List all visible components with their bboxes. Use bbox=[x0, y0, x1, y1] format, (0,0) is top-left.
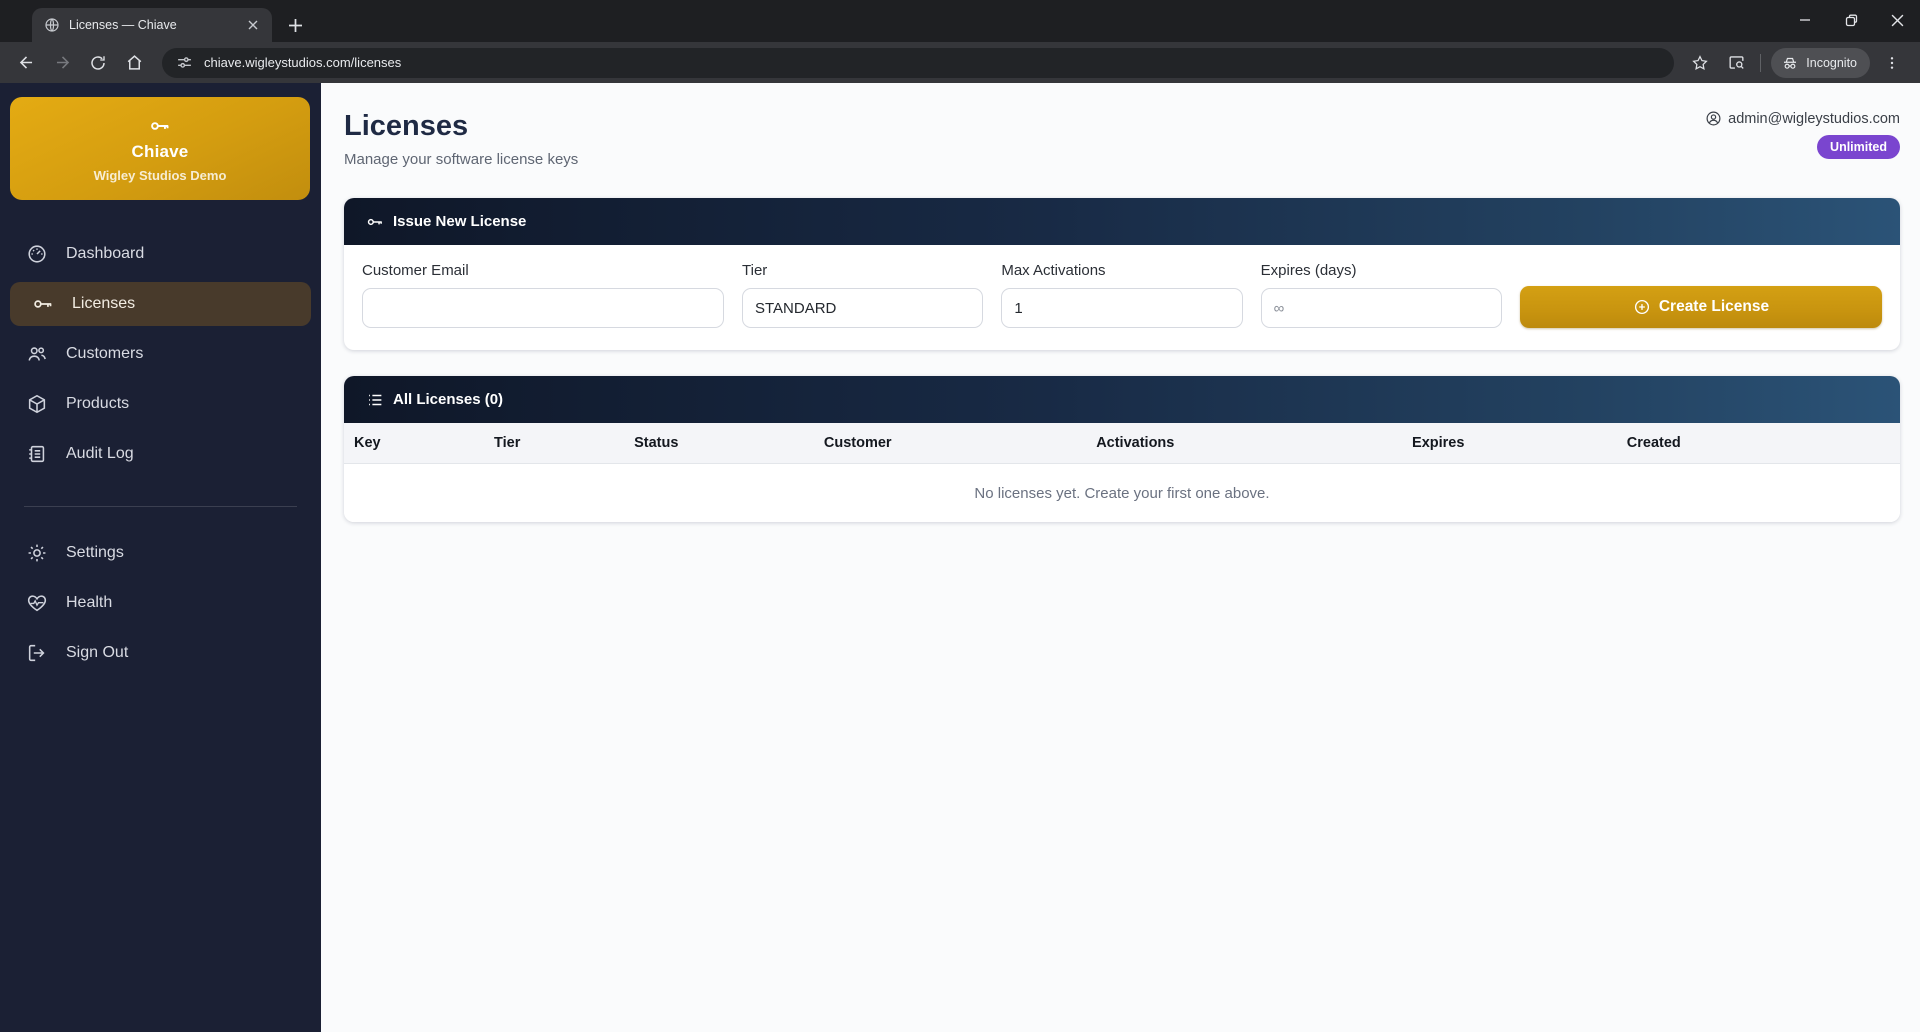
page-subtitle: Manage your software license keys bbox=[344, 151, 578, 168]
brand-card: Chiave Wigley Studios Demo bbox=[10, 97, 310, 200]
gear-icon bbox=[26, 542, 48, 564]
forward-button[interactable] bbox=[45, 46, 79, 80]
sidebar-item-dashboard[interactable]: Dashboard bbox=[10, 232, 311, 276]
cube-icon bbox=[26, 393, 48, 415]
create-license-label: Create License bbox=[1659, 298, 1769, 316]
sidebar-item-audit-log[interactable]: Audit Log bbox=[10, 432, 311, 476]
tier-select[interactable] bbox=[742, 288, 983, 328]
sidebar-item-label: Licenses bbox=[72, 295, 135, 313]
browser-tab[interactable]: Licenses — Chiave bbox=[32, 8, 272, 42]
tab-title: Licenses — Chiave bbox=[69, 18, 244, 32]
home-button[interactable] bbox=[117, 46, 151, 80]
dashboard-gauge-icon bbox=[26, 243, 48, 265]
sidebar-item-label: Products bbox=[66, 395, 129, 413]
incognito-badge: Incognito bbox=[1771, 48, 1870, 78]
issue-license-form: Customer Email Tier Max Activations Expi… bbox=[344, 245, 1900, 350]
people-icon bbox=[26, 343, 48, 365]
empty-state-message: No licenses yet. Create your first one a… bbox=[344, 464, 1900, 522]
sidebar-item-label: Health bbox=[66, 594, 112, 612]
max-activations-field[interactable] bbox=[1001, 288, 1242, 328]
globe-favicon-icon bbox=[44, 17, 60, 33]
page-title: Licenses bbox=[344, 110, 578, 143]
plan-badge: Unlimited bbox=[1817, 135, 1900, 159]
panel-title: All Licenses (0) bbox=[393, 391, 503, 408]
sidebar-item-label: Customers bbox=[66, 345, 143, 363]
main-content: Licenses Manage your software license ke… bbox=[321, 83, 1920, 1032]
address-bar[interactable]: chiave.wigleystudios.com/licenses bbox=[162, 48, 1674, 78]
bookmark-star-icon[interactable] bbox=[1684, 47, 1716, 79]
list-icon bbox=[366, 391, 384, 409]
close-window-button[interactable] bbox=[1874, 0, 1920, 40]
expires-days-label: Expires (days) bbox=[1261, 262, 1502, 279]
customer-email-field[interactable] bbox=[362, 288, 724, 328]
reload-button[interactable] bbox=[81, 46, 115, 80]
tier-label: Tier bbox=[742, 262, 983, 279]
customer-email-label: Customer Email bbox=[362, 262, 724, 279]
issue-license-panel: Issue New License Customer Email Tier Ma… bbox=[344, 198, 1900, 350]
sidebar-item-health[interactable]: Health bbox=[10, 581, 311, 625]
sidebar-item-products[interactable]: Products bbox=[10, 382, 311, 426]
column-header-tier: Tier bbox=[484, 423, 624, 463]
brand-subtitle: Wigley Studios Demo bbox=[94, 168, 227, 183]
window-controls bbox=[1782, 0, 1920, 40]
sidebar-nav-secondary: Settings Health Sign Out bbox=[0, 525, 321, 687]
site-controls-icon[interactable] bbox=[176, 54, 193, 71]
url-text: chiave.wigleystudios.com/licenses bbox=[204, 55, 401, 70]
column-header-key: Key bbox=[344, 423, 484, 463]
tab-close-icon[interactable] bbox=[244, 16, 262, 34]
sidebar-item-licenses[interactable]: Licenses bbox=[10, 282, 311, 326]
back-button[interactable] bbox=[9, 46, 43, 80]
key-icon bbox=[149, 115, 171, 137]
column-header-status: Status bbox=[624, 423, 814, 463]
all-licenses-panel: All Licenses (0) Key Tier Status Custome… bbox=[344, 376, 1900, 522]
log-document-icon bbox=[26, 443, 48, 465]
panel-title: Issue New License bbox=[393, 213, 526, 230]
sidebar-nav: Dashboard Licenses Customers bbox=[0, 226, 321, 488]
sidebar-item-settings[interactable]: Settings bbox=[10, 531, 311, 575]
licenses-table-header: Key Tier Status Customer Activations Exp… bbox=[344, 423, 1900, 464]
column-header-activations: Activations bbox=[1086, 423, 1402, 463]
toolbar-divider bbox=[1760, 54, 1761, 72]
expires-days-field[interactable] bbox=[1261, 288, 1502, 328]
issue-license-panel-header: Issue New License bbox=[344, 198, 1900, 245]
create-license-button[interactable]: Create License bbox=[1520, 286, 1882, 328]
new-tab-button[interactable] bbox=[280, 10, 310, 40]
user-info: admin@wigleystudios.com Unlimited bbox=[1705, 110, 1900, 159]
column-header-customer: Customer bbox=[814, 423, 1086, 463]
browser-tab-strip: Licenses — Chiave bbox=[0, 0, 1920, 42]
plus-circle-icon bbox=[1633, 298, 1651, 316]
sidebar-item-label: Settings bbox=[66, 544, 124, 562]
all-licenses-panel-header: All Licenses (0) bbox=[344, 376, 1900, 423]
search-tabs-icon[interactable] bbox=[1720, 47, 1752, 79]
restore-button[interactable] bbox=[1828, 0, 1874, 40]
sidebar-item-label: Sign Out bbox=[66, 644, 128, 662]
sidebar-item-customers[interactable]: Customers bbox=[10, 332, 311, 376]
max-activations-label: Max Activations bbox=[1001, 262, 1242, 279]
sidebar-item-label: Audit Log bbox=[66, 445, 134, 463]
key-icon bbox=[366, 213, 384, 231]
sign-out-icon bbox=[26, 642, 48, 664]
minimize-button[interactable] bbox=[1782, 0, 1828, 40]
key-icon bbox=[32, 293, 54, 315]
sidebar-item-sign-out[interactable]: Sign Out bbox=[10, 631, 311, 675]
incognito-label: Incognito bbox=[1806, 56, 1857, 70]
browser-menu-icon[interactable] bbox=[1876, 47, 1908, 79]
browser-toolbar: chiave.wigleystudios.com/licenses Incogn… bbox=[0, 42, 1920, 83]
user-email: admin@wigleystudios.com bbox=[1728, 111, 1900, 127]
sidebar: Chiave Wigley Studios Demo Dashboard Lic bbox=[0, 83, 321, 1032]
incognito-icon bbox=[1781, 54, 1799, 72]
column-header-created: Created bbox=[1617, 423, 1900, 463]
column-header-expires: Expires bbox=[1402, 423, 1617, 463]
sidebar-item-label: Dashboard bbox=[66, 245, 144, 263]
sidebar-divider bbox=[24, 506, 297, 507]
brand-name: Chiave bbox=[132, 142, 189, 162]
heart-pulse-icon bbox=[26, 592, 48, 614]
user-avatar-icon bbox=[1705, 110, 1722, 127]
